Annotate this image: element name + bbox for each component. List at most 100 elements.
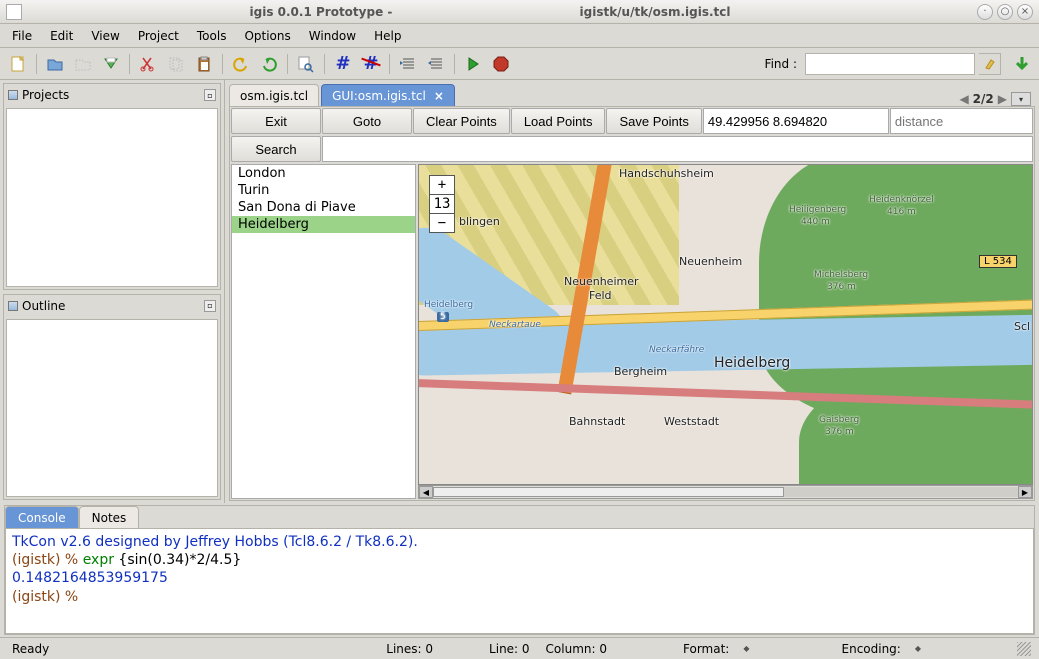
map-label: Heidenknörzel xyxy=(869,195,934,205)
tab-gui-osm[interactable]: GUI:osm.igis.tcl × xyxy=(321,84,455,106)
outline-collapse-button[interactable]: ▫ xyxy=(204,300,216,312)
tab-notes[interactable]: Notes xyxy=(79,506,140,528)
tab-osm[interactable]: osm.igis.tcl xyxy=(229,84,319,106)
window-titlebar: igis 0.0.1 Prototype - igistk/u/tk/osm.i… xyxy=(0,0,1039,24)
scroll-right-button[interactable]: ▶ xyxy=(1018,486,1032,498)
status-encoding-label: Encoding: xyxy=(838,642,905,656)
hash-button-1[interactable]: # xyxy=(331,52,355,76)
editor-tabs: osm.igis.tcl GUI:osm.igis.tcl × ◀ 2/2 ▶ … xyxy=(225,80,1039,106)
map-label: blingen xyxy=(459,215,500,228)
search-city-input[interactable] xyxy=(322,136,1033,162)
outline-body[interactable] xyxy=(6,319,218,498)
zoom-in-button[interactable]: + xyxy=(430,176,454,195)
save-points-button[interactable]: Save Points xyxy=(606,108,701,134)
resize-grip[interactable] xyxy=(1017,642,1031,656)
coord-input[interactable] xyxy=(703,108,889,134)
save-button[interactable] xyxy=(99,52,123,76)
search-button[interactable] xyxy=(294,52,318,76)
map-hscrollbar[interactable]: ◀ ▶ xyxy=(418,485,1033,499)
paste-button[interactable] xyxy=(192,52,216,76)
menu-options[interactable]: Options xyxy=(236,26,298,46)
goto-button[interactable]: Goto xyxy=(322,108,412,134)
console-args: {sin(0.34)*2/4.5} xyxy=(114,552,241,568)
indent-button[interactable] xyxy=(396,52,420,76)
city-list[interactable]: London Turin San Dona di Piave Heidelber… xyxy=(231,164,416,499)
encoding-dropdown[interactable]: ◆ xyxy=(915,644,921,653)
run-button[interactable] xyxy=(461,52,485,76)
open-recent-button[interactable] xyxy=(71,52,95,76)
console-panel: Console Notes TkCon v2.6 designed by Jef… xyxy=(4,505,1035,635)
tab-close-icon[interactable]: × xyxy=(434,89,444,103)
distance-input[interactable] xyxy=(890,108,1033,134)
search-city-button[interactable]: Search xyxy=(231,136,321,162)
tab-osm-label: osm.igis.tcl xyxy=(240,89,308,103)
scroll-left-button[interactable]: ◀ xyxy=(419,486,433,498)
menu-window[interactable]: Window xyxy=(301,26,364,46)
zoom-out-button[interactable]: − xyxy=(430,214,454,232)
tab-next-button[interactable]: ▶ xyxy=(998,92,1007,106)
undo-button[interactable] xyxy=(229,52,253,76)
projects-body[interactable] xyxy=(6,108,218,287)
menu-edit[interactable]: Edit xyxy=(42,26,81,46)
city-item-heidelberg[interactable]: Heidelberg xyxy=(232,216,415,233)
console-body[interactable]: TkCon v2.6 designed by Jeffrey Hobbs (Tc… xyxy=(5,528,1034,634)
maximize-button[interactable]: ○ xyxy=(997,4,1013,20)
gis-view: Exit Goto Clear Points Load Points Save … xyxy=(229,106,1035,501)
map-label: Handschuhsheim xyxy=(619,167,714,180)
status-column: Column: 0 xyxy=(542,642,611,656)
map-label: Bergheim xyxy=(614,365,667,378)
projects-collapse-button[interactable]: ▫ xyxy=(204,89,216,101)
find-next-button[interactable] xyxy=(1011,53,1033,75)
find-clear-button[interactable] xyxy=(979,53,1001,75)
status-format-label: Format: xyxy=(679,642,733,656)
status-bar: Ready Lines: 0 Line: 0 Column: 0 Format:… xyxy=(0,637,1039,659)
minimize-button[interactable]: · xyxy=(977,4,993,20)
tab-console[interactable]: Console xyxy=(5,506,79,528)
format-dropdown[interactable]: ◆ xyxy=(743,644,749,653)
outdent-button[interactable] xyxy=(424,52,448,76)
app-icon xyxy=(6,4,22,20)
window-title-left: igis 0.0.1 Prototype - xyxy=(250,5,393,19)
tab-menu-button[interactable]: ▾ xyxy=(1011,92,1031,106)
map-label: Weststadt xyxy=(664,415,719,428)
menu-tools[interactable]: Tools xyxy=(189,26,235,46)
stop-button[interactable] xyxy=(489,52,513,76)
hash-strike-button[interactable]: # xyxy=(359,52,383,76)
menu-help[interactable]: Help xyxy=(366,26,409,46)
load-points-button[interactable]: Load Points xyxy=(511,108,606,134)
copy-button[interactable] xyxy=(164,52,188,76)
toolbar: # # Find : xyxy=(0,48,1039,80)
scroll-thumb[interactable] xyxy=(433,487,784,497)
menu-file[interactable]: File xyxy=(4,26,40,46)
console-result: 0.1482164853959175 xyxy=(12,570,168,586)
exit-button[interactable]: Exit xyxy=(231,108,321,134)
city-item-sandona[interactable]: San Dona di Piave xyxy=(232,199,415,216)
projects-title: Projects xyxy=(22,88,69,102)
open-button[interactable] xyxy=(43,52,67,76)
map-canvas[interactable]: + 13 − Handschuhsheim Neuenheim Neuenhei… xyxy=(418,164,1033,485)
city-item-turin[interactable]: Turin xyxy=(232,182,415,199)
clear-points-button[interactable]: Clear Points xyxy=(413,108,510,134)
map-label: Bahnstadt xyxy=(569,415,625,428)
status-ready: Ready xyxy=(8,642,53,656)
city-item-london[interactable]: London xyxy=(232,165,415,182)
tab-prev-button[interactable]: ◀ xyxy=(959,92,968,106)
cut-button[interactable] xyxy=(136,52,160,76)
menu-view[interactable]: View xyxy=(83,26,127,46)
new-file-button[interactable] xyxy=(6,52,30,76)
map-label-city: Heidelberg xyxy=(714,355,790,371)
redo-button[interactable] xyxy=(257,52,281,76)
find-input[interactable] xyxy=(805,53,975,75)
close-button[interactable]: × xyxy=(1017,4,1033,20)
map-label: Heiligenberg xyxy=(789,205,846,215)
status-lines: Lines: 0 xyxy=(382,642,437,656)
outline-panel: Outline ▫ xyxy=(3,294,221,501)
tab-position: 2/2 xyxy=(973,92,994,106)
zoom-level: 13 xyxy=(430,195,454,214)
map-label: Scl xyxy=(1014,320,1030,333)
menu-project[interactable]: Project xyxy=(130,26,187,46)
map-label: Neckarfähre xyxy=(649,345,704,355)
menu-bar: File Edit View Project Tools Options Win… xyxy=(0,24,1039,48)
status-line: Line: 0 xyxy=(485,642,534,656)
console-cmd: expr xyxy=(83,552,114,568)
